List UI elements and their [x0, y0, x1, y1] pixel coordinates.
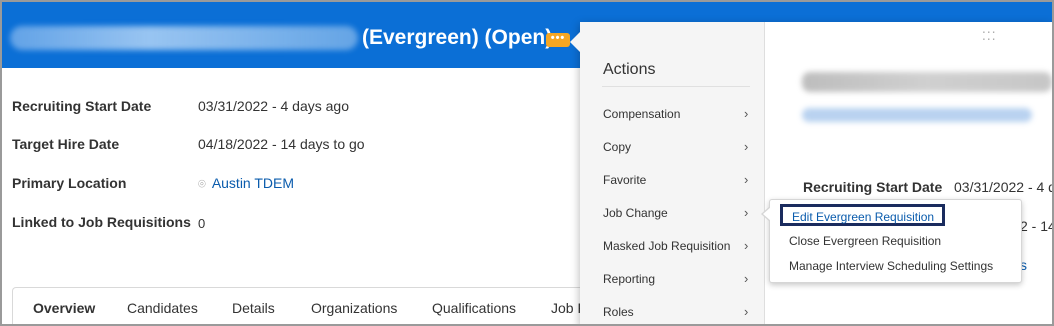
tab-qualifications[interactable]: Qualifications — [432, 300, 516, 316]
preview-value-target-hire-date: 2 - 14 — [1020, 218, 1054, 234]
redacted-preview-title — [802, 72, 1052, 92]
chevron-right-icon: › — [744, 172, 749, 187]
menu-item-compensation[interactable]: Compensation — [603, 107, 753, 121]
chevron-right-icon: › — [744, 106, 749, 121]
drag-handle-icon[interactable]: ∙∙∙ ∙∙∙ — [982, 24, 997, 45]
menu-item-roles[interactable]: Roles — [603, 305, 753, 319]
submenu-caret-inner — [763, 207, 771, 221]
menu-item-job-change[interactable]: Job Change — [603, 206, 753, 220]
preview-label-recruiting-start-date: Recruiting Start Date — [803, 179, 943, 195]
popup-caret — [570, 32, 580, 52]
page-title-tags: (Evergreen) (Open) — [362, 26, 553, 49]
chevron-right-icon: › — [744, 238, 749, 253]
related-actions-button[interactable]: ••• — [546, 33, 570, 47]
menu-item-favorite[interactable]: Favorite — [603, 173, 753, 187]
submenu-item-manage-interview-scheduling[interactable]: Manage Interview Scheduling Settings — [789, 259, 993, 273]
ellipsis-icon: ••• — [550, 32, 566, 44]
field-value-primary-location: ⌾ Austin TDEM — [198, 175, 294, 192]
menu-item-reporting[interactable]: Reporting — [603, 272, 753, 286]
field-label-target-hire-date: Target Hire Date — [12, 136, 120, 152]
chevron-right-icon: › — [744, 139, 749, 154]
primary-location-link[interactable]: Austin TDEM — [212, 175, 294, 191]
tab-candidates[interactable]: Candidates — [127, 300, 198, 316]
menu-item-copy[interactable]: Copy — [603, 140, 753, 154]
map-pin-icon: ⌾ — [198, 176, 206, 191]
chevron-right-icon: › — [744, 205, 749, 220]
tab-bar: Overview Candidates Details Organization… — [12, 287, 592, 326]
submenu-item-close-evergreen-requisition[interactable]: Close Evergreen Requisition — [789, 234, 941, 248]
menu-item-masked-job-requisition[interactable]: Masked Job Requisition — [603, 239, 753, 253]
submenu-item-edit-evergreen-requisition[interactable]: Edit Evergreen Requisition — [780, 204, 946, 226]
field-value-linked-job-requisitions: 0 — [198, 216, 206, 231]
field-label-recruiting-start-date: Recruiting Start Date — [12, 98, 152, 114]
field-label-primary-location: Primary Location — [12, 175, 127, 191]
tab-details[interactable]: Details — [232, 300, 275, 316]
preview-value-recruiting-start-date: 03/31/2022 - 4 d — [954, 179, 1052, 195]
field-value-recruiting-start-date: 03/31/2022 - 4 days ago — [198, 98, 350, 114]
field-value-target-hire-date: 04/18/2022 - 14 days to go — [198, 136, 365, 152]
actions-title: Actions — [603, 61, 656, 78]
tab-organizations[interactable]: Organizations — [311, 300, 397, 316]
divider — [602, 86, 750, 87]
job-change-submenu: Edit Evergreen Requisition Close Evergre… — [761, 199, 1022, 283]
tab-overview[interactable]: Overview — [33, 300, 95, 316]
field-label-linked-job-requisitions: Linked to Job Requisitions — [12, 214, 191, 230]
chevron-right-icon: › — [744, 304, 749, 319]
chevron-right-icon: › — [744, 271, 749, 286]
redacted-title — [10, 26, 358, 50]
actions-menu: Actions Compensation › Copy › Favorite ›… — [580, 22, 765, 326]
redacted-preview-link — [802, 108, 1032, 122]
